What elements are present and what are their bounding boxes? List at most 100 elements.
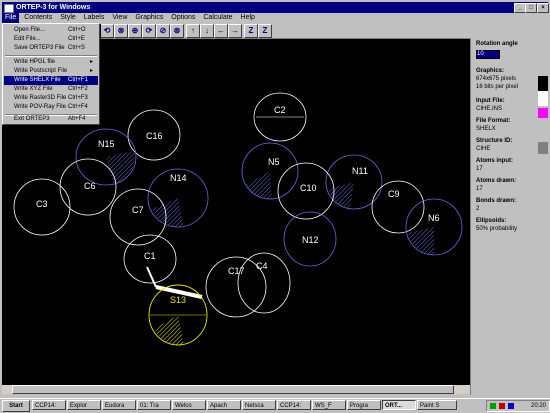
atom-c2[interactable]: C2	[253, 92, 307, 142]
menu-graphics[interactable]: Graphics	[132, 13, 166, 23]
atom-n15[interactable]: N15	[75, 128, 137, 186]
input-file-value: CIHE.INS	[476, 106, 503, 112]
taskbar-item[interactable]: Netsca	[242, 400, 276, 410]
info-panel: Rotation angle 10 Graphics: 674x675 pixe…	[470, 38, 537, 395]
taskbar-item[interactable]: 01: Tra	[137, 400, 171, 410]
rotate-x-icon[interactable]: ⟲	[100, 24, 114, 38]
menu-item-write-raster3d[interactable]: Write Raster3D File Ctrl+F3	[4, 94, 98, 103]
graphics-size: 674x675 pixels	[476, 76, 517, 82]
menu-item-label: Write HPGL file	[14, 59, 56, 65]
menu-contents[interactable]: Contents	[21, 13, 55, 23]
taskbar-item[interactable]: Paint S	[417, 400, 457, 410]
taskbar-item[interactable]: Welco	[172, 400, 206, 410]
atom-label: C4	[256, 261, 268, 271]
menu-file[interactable]: File	[2, 13, 20, 23]
taskbar-item-active[interactable]: ORT...	[382, 400, 416, 410]
menu-item-write-shelx[interactable]: Write SHELX File Ctrl+F1	[4, 76, 98, 85]
arrow-up-icon[interactable]: ↑	[186, 24, 200, 38]
menu-item-open-file[interactable]: Open File... Ctrl+O	[4, 26, 98, 35]
atom-label: C6	[84, 181, 96, 191]
menu-item-save-ortep3[interactable]: Save ORTEP3 File Ctrl+S	[4, 44, 98, 53]
app-icon[interactable]	[4, 4, 14, 13]
menu-item-label: Exit ORTEP3	[14, 116, 50, 122]
zoom-in-icon[interactable]: Z	[244, 24, 258, 38]
taskbar-item[interactable]: CCP14:	[277, 400, 311, 410]
ellipsoids-value: 50% probability	[476, 226, 518, 232]
atom-c4[interactable]: C4	[237, 252, 291, 314]
color-swatch[interactable]	[538, 76, 548, 106]
color-palette-strip	[536, 38, 550, 395]
tray-icon[interactable]	[490, 403, 496, 409]
structure-id-value: CIHE	[476, 146, 491, 152]
menu-item-shortcut: Ctrl+E	[68, 36, 85, 42]
menu-item-label: Edit File...	[14, 36, 41, 42]
atom-c9[interactable]: C9	[371, 180, 425, 234]
title-bar[interactable]: ORTEP-3 for Windows _ □ ×	[2, 2, 549, 13]
atom-c10[interactable]: C10	[277, 162, 335, 220]
ellipsoids-label: Ellipsoids:	[476, 218, 507, 224]
rotate-xy-icon[interactable]: ⟳	[142, 24, 156, 38]
taskbar-item[interactable]: Apach	[207, 400, 241, 410]
atom-label: C10	[300, 183, 317, 193]
atom-n11[interactable]: N11	[325, 154, 383, 210]
menu-item-shortcut: Alt+F4	[68, 116, 86, 122]
atom-n5[interactable]: N5	[241, 142, 299, 200]
arrow-down-icon[interactable]: ↓	[200, 24, 214, 38]
start-button[interactable]: Start	[2, 400, 30, 412]
submenu-arrow-icon: ▸	[90, 68, 94, 74]
arrow-left-icon[interactable]: ←	[214, 24, 228, 38]
horizontal-scrollbar[interactable]	[2, 385, 470, 394]
atom-label: N5	[268, 157, 280, 167]
rotate-xz-icon[interactable]: ⊛	[170, 24, 184, 38]
atom-c6[interactable]: C6	[59, 158, 117, 216]
rotate-y-icon[interactable]: ⊗	[114, 24, 128, 38]
taskbar-item[interactable]: WS_F	[312, 400, 346, 410]
menu-help[interactable]: Help	[238, 13, 258, 23]
menu-options[interactable]: Options	[168, 13, 198, 23]
menu-item-label: Open File...	[14, 27, 46, 33]
arrow-right-icon[interactable]: →	[228, 24, 242, 38]
submenu-arrow-icon: ▸	[90, 59, 94, 65]
menu-item-shortcut: Ctrl+F3	[68, 95, 88, 101]
bond-line	[146, 266, 157, 288]
atom-n12[interactable]: N12	[283, 211, 337, 267]
taskbar-item[interactable]: Eudora	[102, 400, 136, 410]
menu-style[interactable]: Style	[57, 13, 79, 23]
maximize-button[interactable]: □	[525, 3, 537, 13]
menu-item-write-povray[interactable]: Write POV-Ray File Ctrl+F4	[4, 103, 98, 112]
zoom-out-icon[interactable]: Z	[258, 24, 272, 38]
rotate-z-icon[interactable]: ⊕	[128, 24, 142, 38]
atom-label: C2	[274, 105, 286, 115]
menu-item-write-xyz[interactable]: Write XYZ File Ctrl+F2	[4, 85, 98, 94]
ortep-window: ORTEP-3 for Windows _ □ × File Contents …	[0, 0, 550, 398]
menu-item-shortcut: Ctrl+O	[68, 27, 86, 33]
taskbar-item[interactable]: Progra	[347, 400, 381, 410]
tray-icon[interactable]	[508, 403, 514, 409]
atom-c3[interactable]: C3	[13, 178, 71, 236]
atom-label: N11	[352, 166, 368, 176]
taskbar-item[interactable]: Explor	[67, 400, 101, 410]
bonds-drawn-value: 2	[476, 206, 480, 212]
menu-calculate[interactable]: Calculate	[200, 13, 235, 23]
color-swatch[interactable]	[538, 142, 548, 154]
menu-view[interactable]: View	[109, 13, 130, 23]
taskbar-item[interactable]: CCP14:	[32, 400, 66, 410]
menu-item-write-postscript[interactable]: Write Postscript File ▸	[4, 67, 98, 76]
tray-icon[interactable]	[499, 403, 505, 409]
menu-item-exit[interactable]: Exit ORTEP3 Alt+F4	[4, 115, 98, 124]
atom-n14[interactable]: N14	[147, 168, 209, 228]
menu-item-edit-file[interactable]: Edit File... Ctrl+E	[4, 35, 98, 44]
scroll-thumb[interactable]	[12, 385, 454, 394]
menu-item-write-hpgl[interactable]: Write HPGL file ▸	[4, 58, 98, 67]
atom-label: N6	[428, 213, 440, 223]
menu-item-label: Write XYZ File	[14, 86, 53, 92]
menu-labels[interactable]: Labels	[81, 13, 108, 23]
rotation-angle-input[interactable]: 10	[476, 50, 500, 59]
color-swatch[interactable]	[538, 108, 548, 118]
rotation-angle-label: Rotation angle	[476, 41, 518, 47]
atom-s13[interactable]: S13	[148, 284, 208, 346]
rotate-yz-icon[interactable]: ⊘	[156, 24, 170, 38]
structure-id-label: Structure ID:	[476, 138, 513, 144]
close-button[interactable]: ×	[537, 3, 549, 13]
atom-label: C3	[36, 199, 48, 209]
